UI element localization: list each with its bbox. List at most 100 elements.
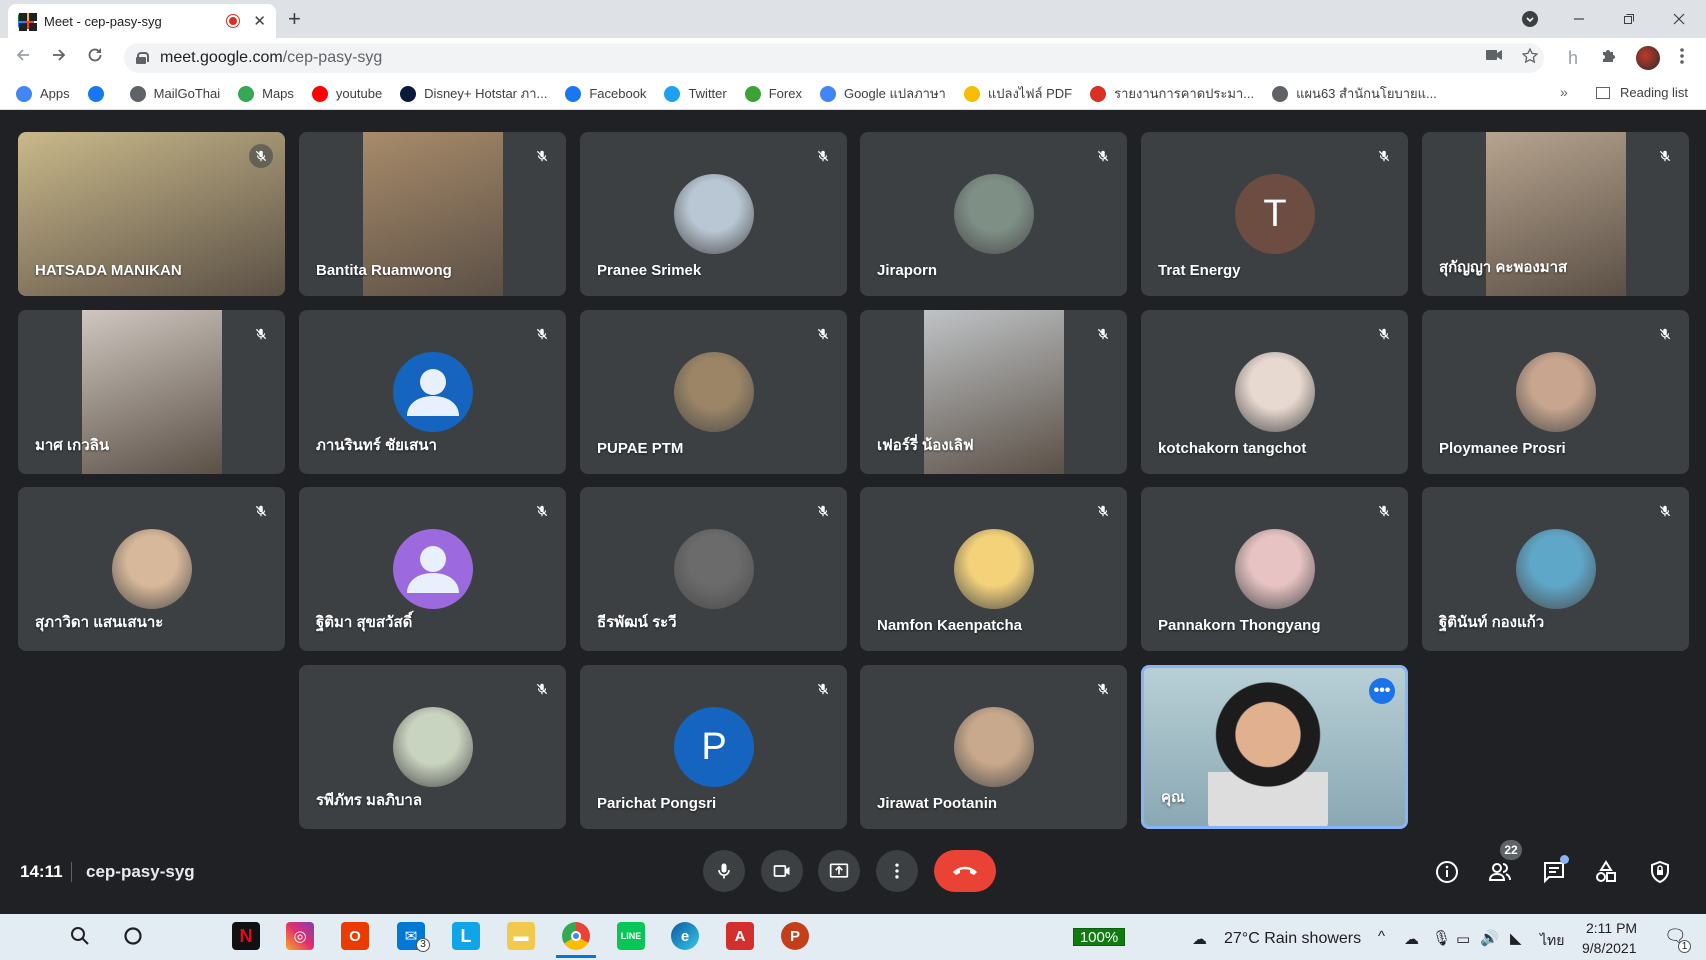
url-field[interactable]: meet.google.com/cep-pasy-syg — [124, 43, 1544, 73]
reload-icon[interactable] — [86, 46, 104, 69]
line-app-icon[interactable]: LINE — [617, 922, 645, 950]
bookmarks-more-icon[interactable]: » — [1560, 84, 1568, 100]
people-button[interactable] — [1486, 858, 1514, 886]
participant-tile[interactable]: Bantita Ruamwong — [299, 132, 566, 296]
muted-microphone-icon — [1372, 499, 1396, 523]
participant-name: สุภาวิดา แสนเสนาะ — [35, 614, 164, 631]
participant-tile[interactable]: ธีรพัฒน์ ระวี — [580, 487, 847, 651]
activities-button[interactable] — [1592, 858, 1620, 886]
bookmark-item[interactable]: youtube — [311, 85, 382, 102]
participant-tile[interactable]: HATSADA MANIKAN — [18, 132, 285, 296]
powerpoint-icon[interactable]: P — [781, 922, 809, 950]
bookmark-item[interactable]: Maps — [238, 85, 294, 102]
present-screen-button[interactable] — [818, 850, 860, 892]
cortana-icon[interactable] — [119, 922, 147, 950]
default-person-icon — [393, 352, 473, 432]
extension-h-icon[interactable]: h — [1568, 48, 1578, 69]
clock-date[interactable]: 9/8/2021 — [1582, 940, 1637, 956]
participant-tile[interactable]: P Parichat Pongsri — [580, 665, 847, 829]
bookmark-item[interactable] — [87, 85, 112, 102]
participant-name: Parichat Pongsri — [597, 795, 717, 812]
participant-tile[interactable]: รพีภัทร มลภิบาล — [299, 665, 566, 829]
extensions-puzzle-icon[interactable] — [1600, 48, 1616, 69]
bookmark-item[interactable]: Google แปลภาษา — [819, 83, 946, 104]
leave-call-button[interactable] — [934, 850, 996, 892]
bookmark-item[interactable]: แผน63 สำนักนโยบายแ... — [1272, 83, 1437, 104]
file-explorer-icon[interactable]: ▬ — [507, 922, 535, 950]
participant-name: คุณ — [1161, 789, 1185, 806]
participant-tile[interactable]: ฐิตินันท์ กองแก้ว — [1422, 487, 1689, 651]
weather-text[interactable]: 27°C Rain showers — [1224, 930, 1361, 948]
battery-icon[interactable]: ▭ — [1456, 930, 1470, 948]
participant-tile[interactable]: Jiraporn — [860, 132, 1127, 296]
taskbar-search-icon[interactable] — [66, 922, 94, 950]
weather-icon[interactable]: ☁ — [1192, 930, 1207, 948]
participant-photo-avatar — [1235, 529, 1315, 609]
participant-tile[interactable]: Pranee Srimek — [580, 132, 847, 296]
participant-tile[interactable]: ••• คุณ — [1141, 665, 1408, 829]
camera-in-use-icon[interactable] — [1486, 48, 1502, 66]
tray-microphone-icon[interactable]: 🎙 — [1432, 929, 1451, 947]
close-window-icon[interactable] — [1664, 4, 1694, 34]
bookmark-star-icon[interactable] — [1521, 47, 1539, 69]
browser-tab[interactable]: Meet - cep-pasy-syg ✕ — [8, 4, 276, 38]
forward-icon[interactable] — [50, 46, 68, 69]
wifi-icon[interactable]: ◣ — [1510, 929, 1522, 947]
host-controls-button[interactable] — [1646, 858, 1674, 886]
participant-tile[interactable]: มาศ เกวลิน — [18, 310, 285, 474]
bookmark-label: แผน63 สำนักนโยบายแ... — [1296, 86, 1437, 101]
bookmark-label: Facebook — [589, 86, 647, 101]
back-icon[interactable] — [14, 46, 32, 69]
bookmark-item[interactable]: Apps — [16, 85, 70, 102]
camera-button[interactable] — [761, 850, 803, 892]
participant-tile[interactable]: ฐิติมา สุขสวัสดิ์ — [299, 487, 566, 651]
input-language[interactable]: ไทย — [1540, 930, 1564, 952]
participant-tile[interactable]: Namfon Kaenpatcha — [860, 487, 1127, 651]
participant-tile[interactable]: Pannakorn Thongyang — [1141, 487, 1408, 651]
microphone-button[interactable] — [703, 850, 745, 892]
more-options-button[interactable] — [876, 850, 918, 892]
participant-tile[interactable]: Jirawat Pootanin — [860, 665, 1127, 829]
meeting-details-button[interactable] — [1433, 858, 1461, 886]
reading-list-button[interactable]: Reading list — [1596, 85, 1688, 100]
instagram-icon[interactable]: ◎ — [286, 922, 314, 950]
bookmark-item[interactable]: Twitter — [664, 85, 727, 102]
bookmark-item[interactable]: Disney+ Hotstar ภา... — [400, 83, 547, 104]
bookmark-item[interactable]: MailGoThai — [129, 85, 221, 102]
bookmark-item[interactable]: Forex — [744, 85, 802, 102]
bookmark-item[interactable]: รายงานการคาดประมา... — [1090, 83, 1254, 104]
volume-icon[interactable]: 🔊 — [1480, 929, 1499, 947]
muted-microphone-icon — [249, 322, 273, 346]
participant-tile[interactable]: สุกัญญา คะพองมาส — [1422, 132, 1689, 296]
bookmark-icon — [963, 85, 980, 102]
netflix-icon[interactable]: N — [232, 922, 260, 950]
maximize-icon[interactable] — [1614, 4, 1644, 34]
bookmark-label: MailGoThai — [153, 86, 221, 101]
windows-start-icon[interactable] — [14, 8, 42, 36]
participant-tile[interactable]: เฟอร์รี่ น้องเลิฟ — [860, 310, 1127, 474]
bookmark-icon — [744, 85, 761, 102]
profile-avatar[interactable] — [1636, 46, 1660, 70]
participant-tile[interactable]: Ploymanee Prosri — [1422, 310, 1689, 474]
chrome-menu-icon[interactable] — [1680, 48, 1684, 69]
office-icon[interactable]: O — [341, 922, 369, 950]
clock-time[interactable]: 2:11 PM — [1586, 920, 1637, 936]
bookmark-item[interactable]: แปลงไฟล์ PDF — [963, 83, 1072, 104]
participant-tile[interactable]: ภานรินทร์ ชัยเสนา — [299, 310, 566, 474]
close-tab-icon[interactable]: ✕ — [253, 12, 266, 30]
chrome-taskbar-icon[interactable] — [556, 922, 596, 958]
minimize-icon[interactable] — [1564, 4, 1594, 34]
participant-tile[interactable]: kotchakorn tangchot — [1141, 310, 1408, 474]
launcher-l-icon[interactable]: L — [452, 922, 480, 950]
tile-more-options-button[interactable]: ••• — [1369, 678, 1395, 704]
new-tab-button[interactable]: + — [288, 6, 301, 32]
participant-tile[interactable]: PUPAE PTM — [580, 310, 847, 474]
bookmark-item[interactable]: Facebook — [565, 85, 647, 102]
acrobat-icon[interactable]: A — [726, 922, 754, 950]
tab-search-icon[interactable] — [1518, 4, 1542, 34]
participant-tile[interactable]: สุภาวิดา แสนเสนาะ — [18, 487, 285, 651]
onedrive-icon[interactable]: ☁ — [1404, 930, 1419, 948]
edge-icon[interactable]: e — [671, 922, 699, 950]
tray-chevron-icon[interactable]: ^ — [1378, 928, 1385, 945]
participant-tile[interactable]: T Trat Energy — [1141, 132, 1408, 296]
